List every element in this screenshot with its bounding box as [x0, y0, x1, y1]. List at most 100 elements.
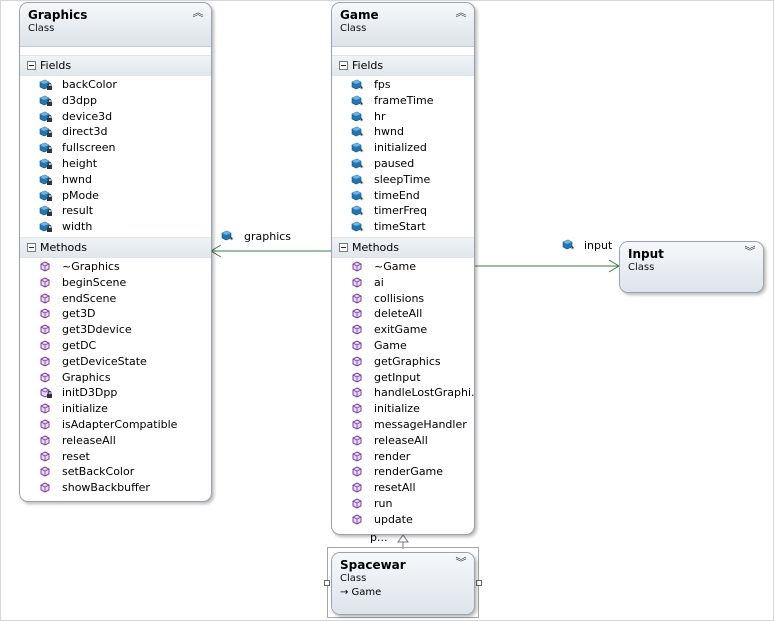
- method-row[interactable]: getInput: [332, 370, 474, 386]
- method-icon: [39, 308, 53, 320]
- method-row-label: releaseAll: [374, 433, 428, 447]
- field-row-label: pMode: [62, 188, 99, 202]
- method-row[interactable]: exitGame: [332, 322, 474, 338]
- method-row[interactable]: Game: [332, 338, 474, 354]
- field-row[interactable]: result: [20, 203, 211, 219]
- method-row[interactable]: handleLostGraphi...: [332, 385, 474, 401]
- expand-icon[interactable]: ︾: [455, 557, 467, 569]
- method-row-label: run: [374, 496, 393, 510]
- class-graphics[interactable]: Graphics Class ︽ Fields backColor d3dpp de…: [19, 2, 212, 502]
- resize-handle-right[interactable]: [476, 580, 482, 586]
- method-row[interactable]: getDC: [20, 338, 211, 354]
- fields-section-header[interactable]: Fields: [332, 55, 474, 76]
- field-row[interactable]: * hr: [332, 109, 474, 124]
- method-row[interactable]: render: [332, 449, 474, 465]
- class-game[interactable]: Game Class ︽ Fields * fps * frameTime * hr * hw…: [331, 2, 475, 535]
- field-row[interactable]: fullscreen: [20, 140, 211, 156]
- method-row[interactable]: beginScene: [20, 275, 211, 291]
- methods-section-header[interactable]: Methods: [20, 236, 211, 258]
- collapse-minus-icon[interactable]: [339, 61, 348, 70]
- method-row-label: render: [374, 449, 411, 463]
- resize-handle-left[interactable]: [324, 580, 330, 586]
- method-row[interactable]: Graphics: [20, 370, 211, 386]
- field-row-label: d3dpp: [62, 93, 97, 107]
- field-row-label: paused: [374, 156, 415, 170]
- section-label: Methods: [352, 240, 399, 254]
- method-row[interactable]: renderGame: [332, 464, 474, 480]
- class-header[interactable]: Input Class ︾: [620, 242, 763, 292]
- svg-text:*: *: [360, 227, 364, 233]
- class-input[interactable]: Input Class ︾: [619, 241, 764, 293]
- method-row[interactable]: run: [332, 496, 474, 512]
- method-icon: [39, 277, 53, 289]
- svg-text:*: *: [360, 211, 364, 217]
- svg-text:*: *: [571, 245, 575, 251]
- field-row-label: hwnd: [62, 172, 92, 186]
- fields-section-header[interactable]: Fields: [20, 55, 211, 76]
- method-row[interactable]: releaseAll: [332, 433, 474, 449]
- field-row[interactable]: backColor: [20, 77, 211, 93]
- field-row[interactable]: d3dpp: [20, 93, 211, 109]
- class-name: Game: [340, 8, 379, 22]
- method-icon: [351, 387, 365, 399]
- method-row[interactable]: ~Graphics: [20, 259, 211, 275]
- method-row-label: endScene: [62, 291, 117, 305]
- private-field-icon: [39, 111, 53, 123]
- method-row[interactable]: showBackbuffer: [20, 480, 211, 496]
- method-row[interactable]: initD3Dpp: [20, 385, 211, 401]
- method-row[interactable]: deleteAll: [332, 306, 474, 322]
- field-row[interactable]: * hwnd: [332, 124, 474, 140]
- method-row[interactable]: collisions: [332, 291, 474, 307]
- field-row[interactable]: width: [20, 219, 211, 235]
- method-row[interactable]: get3Ddevice: [20, 322, 211, 338]
- field-row-label: sleepTime: [374, 172, 431, 186]
- field-row[interactable]: * timeStart: [332, 219, 474, 235]
- method-row[interactable]: initialize: [20, 401, 211, 417]
- field-row-label: initialized: [374, 141, 427, 155]
- method-row[interactable]: ai: [332, 275, 474, 291]
- method-row[interactable]: get3D: [20, 306, 211, 322]
- class-header[interactable]: Graphics Class ︽: [20, 3, 211, 47]
- method-row[interactable]: ~Game: [332, 259, 474, 275]
- field-row[interactable]: hwnd: [20, 172, 211, 188]
- method-row-label: initialize: [62, 402, 108, 416]
- method-row[interactable]: getDeviceState: [20, 354, 211, 370]
- expand-icon[interactable]: ︾: [744, 246, 756, 258]
- association-label-input[interactable]: input: [584, 239, 612, 253]
- method-row[interactable]: messageHandler: [332, 417, 474, 433]
- field-row[interactable]: height: [20, 156, 211, 172]
- field-row[interactable]: pMode: [20, 188, 211, 204]
- field-row[interactable]: * paused: [332, 156, 474, 172]
- field-row[interactable]: * sleepTime: [332, 172, 474, 188]
- method-icon: [39, 435, 53, 447]
- class-stereotype: Class: [28, 23, 55, 34]
- collapse-minus-icon[interactable]: [27, 61, 36, 70]
- collapse-icon[interactable]: ︽: [192, 7, 204, 19]
- method-row[interactable]: reset: [20, 449, 211, 465]
- field-row[interactable]: * fps: [332, 77, 474, 93]
- collapse-minus-icon[interactable]: [339, 242, 348, 252]
- class-spacewar[interactable]: Spacewar Class → Game ︾: [331, 552, 475, 615]
- association-label-graphics[interactable]: graphics: [244, 230, 291, 244]
- method-row[interactable]: releaseAll: [20, 433, 211, 449]
- method-row[interactable]: initialize: [332, 401, 474, 417]
- method-row[interactable]: resetAll: [332, 480, 474, 496]
- field-row[interactable]: device3d: [20, 109, 211, 125]
- method-row[interactable]: endScene: [20, 291, 211, 307]
- method-row[interactable]: setBackColor: [20, 464, 211, 480]
- method-row[interactable]: getGraphics: [332, 354, 474, 370]
- class-header[interactable]: Spacewar Class → Game ︾: [332, 553, 474, 614]
- method-row[interactable]: isAdapterCompatible: [20, 417, 211, 433]
- field-row[interactable]: direct3d: [20, 124, 211, 140]
- collapse-icon[interactable]: ︽: [455, 7, 467, 19]
- method-row[interactable]: update: [332, 512, 474, 528]
- field-row[interactable]: * timerFreq: [332, 203, 474, 219]
- class-header[interactable]: Game Class ︽: [332, 3, 474, 47]
- collapse-minus-icon[interactable]: [27, 242, 36, 252]
- field-row[interactable]: * timeEnd: [332, 188, 474, 203]
- method-icon: [39, 403, 53, 415]
- class-name: Graphics: [28, 8, 88, 22]
- methods-section-header[interactable]: Methods: [332, 236, 474, 258]
- field-row[interactable]: * frameTime: [332, 93, 474, 109]
- field-row[interactable]: * initialized: [332, 140, 474, 156]
